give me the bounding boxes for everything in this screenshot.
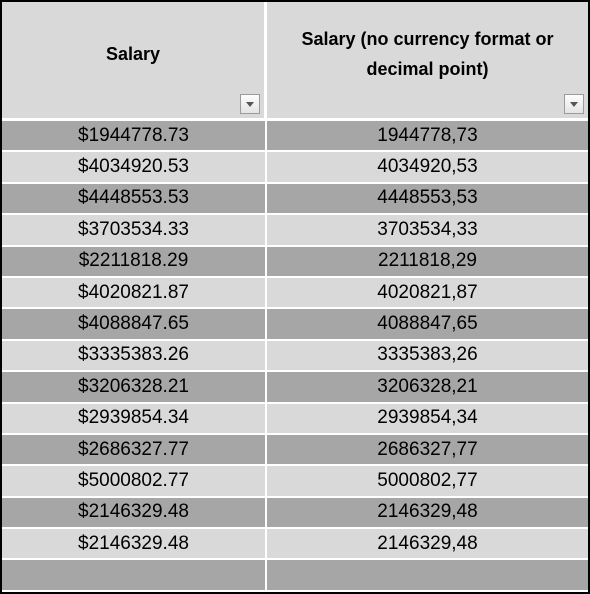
cell-value: 3335383,26 [377, 344, 478, 366]
cell-salary-plain[interactable] [267, 560, 588, 592]
cell-value: $2686327.77 [78, 438, 189, 460]
cell-salary[interactable]: $5000802.77 [2, 466, 267, 498]
cell-salary-plain[interactable]: 2939854,34 [267, 403, 588, 435]
cell-salary[interactable] [2, 560, 267, 592]
cell-salary[interactable]: $3206328.21 [2, 372, 267, 404]
dropdown-arrow-icon [246, 101, 254, 107]
cell-salary[interactable]: $1944778.73 [2, 121, 267, 153]
cell-value: $5000802.77 [78, 469, 189, 491]
cell-salary-plain[interactable]: 4034920,53 [267, 152, 588, 184]
table-grid: Salary Salary (no currency format or dec… [2, 2, 588, 592]
cell-salary[interactable]: $3335383.26 [2, 340, 267, 373]
cell-value: 5000802,77 [377, 469, 478, 491]
cell-salary-plain[interactable]: 2211818,29 [267, 246, 588, 278]
cell-value: 3703534,33 [377, 218, 478, 240]
cell-salary-plain[interactable]: 4020821,87 [267, 277, 588, 310]
cell-value: 1944778,73 [377, 124, 478, 146]
spreadsheet-table: Salary Salary (no currency format or dec… [0, 0, 590, 594]
cell-value: 2211818,29 [378, 250, 477, 272]
cell-value: 4034920,53 [377, 156, 478, 178]
cell-salary[interactable]: $2146329.48 [2, 497, 267, 530]
cell-value: $2211818.29 [78, 250, 189, 272]
cell-salary-plain[interactable]: 4088847,65 [267, 309, 588, 341]
cell-salary-plain[interactable]: 2146329,48 [267, 529, 588, 561]
cell-salary-plain[interactable]: 3206328,21 [267, 372, 588, 404]
cell-value: $2146329.48 [78, 532, 189, 554]
cell-value: $4034920.53 [78, 156, 189, 178]
cell-value: $4088847.65 [78, 313, 189, 335]
cell-value: $3703534.33 [78, 218, 189, 240]
cell-value: $3335383.26 [78, 344, 189, 366]
cell-salary[interactable]: $4020821.87 [2, 277, 267, 310]
cell-salary-plain[interactable]: 3703534,33 [267, 215, 588, 247]
cell-salary-plain[interactable]: 4448553,53 [267, 183, 588, 216]
column-header-salary-plain[interactable]: Salary (no currency format or decimal po… [267, 2, 588, 121]
cell-value: $1944778.73 [78, 124, 189, 146]
cell-salary-plain[interactable]: 3335383,26 [267, 340, 588, 373]
cell-salary[interactable]: $2686327.77 [2, 434, 267, 467]
cell-salary[interactable]: $3703534.33 [2, 215, 267, 247]
cell-value: 2686327,77 [377, 438, 478, 460]
cell-value: 2146329,48 [377, 532, 478, 554]
cell-salary[interactable]: $2146329.48 [2, 529, 267, 561]
cell-salary[interactable]: $4088847.65 [2, 309, 267, 341]
cell-value: $4020821.87 [78, 281, 189, 303]
cell-salary-plain[interactable]: 1944778,73 [267, 121, 588, 153]
cell-value: 4088847,65 [377, 313, 478, 335]
cell-salary[interactable]: $4448553.53 [2, 183, 267, 216]
cell-value: 4448553,53 [377, 187, 478, 209]
cell-value: 3206328,21 [377, 375, 478, 397]
cell-value: 2146329,48 [377, 501, 478, 523]
cell-value: $3206328.21 [78, 375, 189, 397]
cell-value: $2939854.34 [78, 407, 189, 429]
cell-value: 4020821,87 [377, 281, 478, 303]
column-header-label: Salary [105, 44, 161, 64]
filter-dropdown-button[interactable] [564, 94, 584, 114]
cell-salary[interactable]: $2211818.29 [2, 246, 267, 278]
cell-salary[interactable]: $4034920.53 [2, 152, 267, 184]
dropdown-arrow-icon [570, 101, 578, 107]
cell-salary-plain[interactable]: 5000802,77 [267, 466, 588, 498]
filter-dropdown-button[interactable] [240, 94, 260, 114]
cell-salary[interactable]: $2939854.34 [2, 403, 267, 435]
cell-value: $2146329.48 [78, 501, 189, 523]
cell-salary-plain[interactable]: 2146329,48 [267, 497, 588, 530]
cell-value: 2939854,34 [377, 407, 478, 429]
column-header-salary[interactable]: Salary [2, 2, 267, 121]
cell-value: $4448553.53 [78, 187, 189, 209]
column-header-label: Salary (no currency format or decimal po… [301, 29, 554, 79]
cell-salary-plain[interactable]: 2686327,77 [267, 434, 588, 467]
